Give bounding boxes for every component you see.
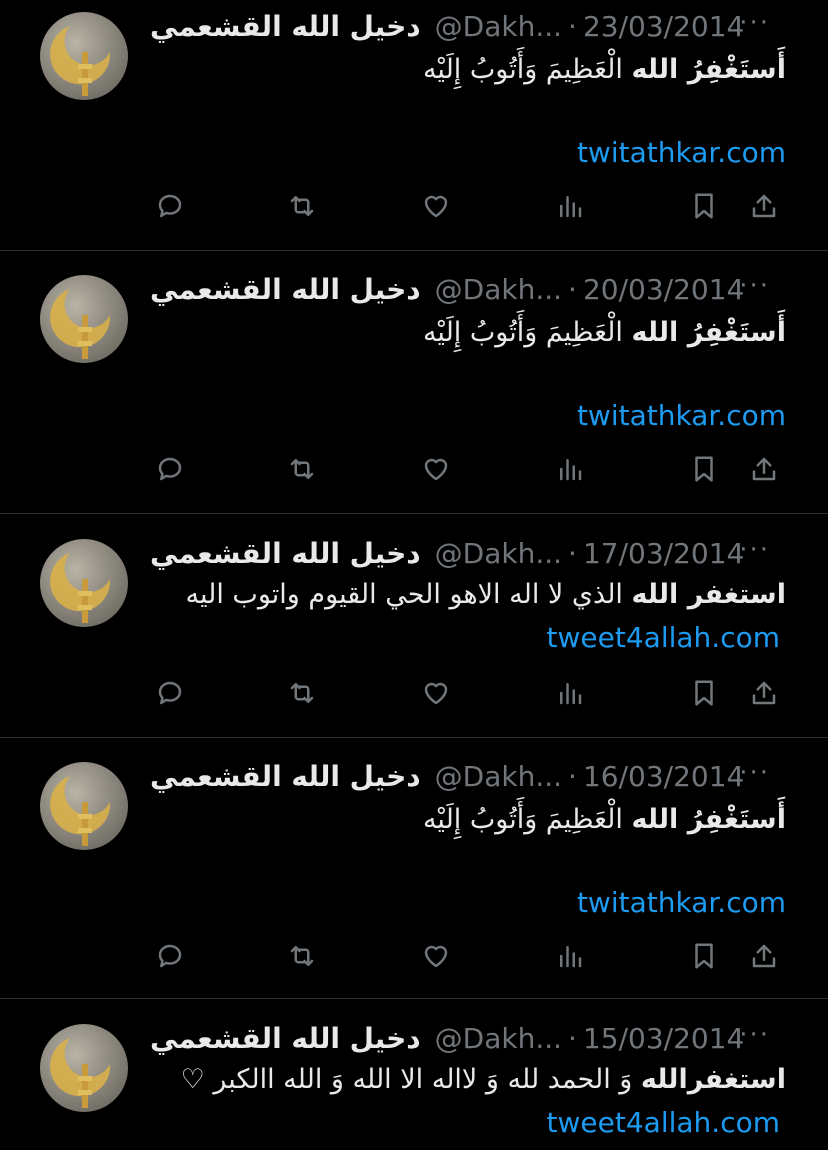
views-icon[interactable] xyxy=(550,449,590,489)
user-handle[interactable]: @Dakh... xyxy=(435,537,562,570)
divider xyxy=(0,737,828,738)
action-bar xyxy=(150,936,790,976)
heart-icon[interactable] xyxy=(416,449,456,489)
tweet-5[interactable]: دخيل الله القشعمي @Dakh... · 15/03/2014 … xyxy=(0,1012,828,1150)
tweet-date[interactable]: 17/03/2014 xyxy=(583,537,744,570)
display-name[interactable]: دخيل الله القشعمي xyxy=(150,10,421,43)
retweet-icon[interactable] xyxy=(282,186,322,226)
tweet-date[interactable]: 16/03/2014 xyxy=(583,760,744,793)
retweet-icon[interactable] xyxy=(282,936,322,976)
tweet-header: دخيل الله القشعمي @Dakh... · 20/03/2014 xyxy=(150,269,790,309)
reply-icon[interactable] xyxy=(150,186,190,226)
display-name[interactable]: دخيل الله القشعمي xyxy=(150,1022,421,1055)
tweet-text: استغفر الله الذي لا اله الاهو الحي القيو… xyxy=(185,579,786,610)
avatar[interactable] xyxy=(40,275,128,363)
divider xyxy=(0,998,828,999)
tweet-header: دخيل الله القشعمي @Dakh... · 16/03/2014 xyxy=(150,756,790,796)
tweet-link[interactable]: twitathkar.com xyxy=(577,886,786,919)
more-options-icon[interactable]: ··· xyxy=(739,758,770,788)
retweet-icon[interactable] xyxy=(282,449,322,489)
views-icon[interactable] xyxy=(550,936,590,976)
crescent-logo-icon xyxy=(50,776,111,846)
tweet-text-bold: أَستَغْفِرُ الله xyxy=(631,54,787,85)
avatar[interactable] xyxy=(40,12,128,100)
share-icon[interactable] xyxy=(744,673,784,713)
tweet-text-bold: أَستَغْفِرُ الله xyxy=(631,317,787,348)
tweet-4[interactable]: دخيل الله القشعمي @Dakh... · 16/03/2014 … xyxy=(0,750,828,1000)
action-bar xyxy=(150,186,790,226)
heart-icon[interactable] xyxy=(416,936,456,976)
separator-dot: · xyxy=(568,759,577,793)
avatar[interactable] xyxy=(40,539,128,627)
tweet-text-rest: الذي لا اله الاهو الحي القيوم واتوب اليه xyxy=(185,579,632,610)
tweet-link[interactable]: tweet4allah.com xyxy=(547,1106,780,1139)
tweet-2[interactable]: دخيل الله القشعمي @Dakh... · 20/03/2014 … xyxy=(0,263,828,513)
separator-dot: · xyxy=(568,536,577,570)
reply-icon[interactable] xyxy=(150,673,190,713)
tweet-link[interactable]: tweet4allah.com xyxy=(547,621,780,654)
tweet-text-rest: الْعَظِيمَ وَأَتُوبُ إِلَيْه xyxy=(422,317,632,348)
reply-icon[interactable] xyxy=(150,449,190,489)
avatar[interactable] xyxy=(40,762,128,850)
display-name[interactable]: دخيل الله القشعمي xyxy=(150,537,421,570)
tweet-date[interactable]: 23/03/2014 xyxy=(583,10,744,43)
action-bar xyxy=(150,673,790,713)
crescent-logo-icon xyxy=(50,289,111,359)
tweet-header: دخيل الله القشعمي @Dakh... · 17/03/2014 xyxy=(150,533,790,573)
tweet-link[interactable]: twitathkar.com xyxy=(577,136,786,169)
tweet-1[interactable]: دخيل الله القشعمي @Dakh... · 23/03/2014 … xyxy=(0,0,828,250)
user-handle[interactable]: @Dakh... xyxy=(435,273,562,306)
tweet-text-bold: أَستَغْفِرُ الله xyxy=(631,804,787,835)
user-handle[interactable]: @Dakh... xyxy=(435,1022,562,1055)
more-options-icon[interactable]: ··· xyxy=(739,535,770,565)
reply-icon[interactable] xyxy=(150,936,190,976)
tweet-date[interactable]: 20/03/2014 xyxy=(583,273,744,306)
bookmark-icon[interactable] xyxy=(684,673,724,713)
more-options-icon[interactable]: ··· xyxy=(739,1020,770,1050)
display-name[interactable]: دخيل الله القشعمي xyxy=(150,760,421,793)
bookmark-icon[interactable] xyxy=(684,936,724,976)
crescent-logo-icon xyxy=(50,26,111,96)
tweet-text-bold: استغفر الله xyxy=(631,579,787,610)
heart-icon[interactable] xyxy=(416,673,456,713)
tweet-3[interactable]: دخيل الله القشعمي @Dakh... · 17/03/2014 … xyxy=(0,527,828,737)
tweet-text-rest: الْعَظِيمَ وَأَتُوبُ إِلَيْه xyxy=(422,54,632,85)
more-options-icon[interactable]: ··· xyxy=(739,8,770,38)
bookmark-icon[interactable] xyxy=(684,186,724,226)
tweet-text: أَستَغْفِرُ الله الْعَظِيمَ وَأَتُوبُ إِ… xyxy=(423,804,786,835)
tweet-text: أَستَغْفِرُ الله الْعَظِيمَ وَأَتُوبُ إِ… xyxy=(423,54,786,85)
share-icon[interactable] xyxy=(744,186,784,226)
crescent-logo-icon xyxy=(50,1038,111,1108)
tweet-text: أَستَغْفِرُ الله الْعَظِيمَ وَأَتُوبُ إِ… xyxy=(423,317,786,348)
tweet-header: دخيل الله القشعمي @Dakh... · 23/03/2014 xyxy=(150,6,790,46)
tweet-text-bold: استغفرالله xyxy=(640,1064,786,1095)
share-icon[interactable] xyxy=(744,936,784,976)
views-icon[interactable] xyxy=(550,186,590,226)
user-handle[interactable]: @Dakh... xyxy=(435,760,562,793)
tweet-text: استغفرالله وَ الحمد لله وَ لااله الا الل… xyxy=(181,1064,786,1095)
bookmark-icon[interactable] xyxy=(684,449,724,489)
retweet-icon[interactable] xyxy=(282,673,322,713)
more-options-icon[interactable]: ··· xyxy=(739,271,770,301)
separator-dot: · xyxy=(568,1021,577,1055)
tweet-text-rest: وَ الحمد لله وَ لااله الا الله وَ الله ا… xyxy=(180,1064,641,1095)
avatar[interactable] xyxy=(40,1024,128,1112)
divider xyxy=(0,250,828,251)
user-handle[interactable]: @Dakh... xyxy=(435,10,562,43)
separator-dot: · xyxy=(568,272,577,306)
display-name[interactable]: دخيل الله القشعمي xyxy=(150,273,421,306)
views-icon[interactable] xyxy=(550,673,590,713)
crescent-logo-icon xyxy=(50,553,111,623)
tweet-text-rest: الْعَظِيمَ وَأَتُوبُ إِلَيْه xyxy=(422,804,632,835)
divider xyxy=(0,513,828,514)
tweet-date[interactable]: 15/03/2014 xyxy=(583,1022,744,1055)
share-icon[interactable] xyxy=(744,449,784,489)
action-bar xyxy=(150,449,790,489)
tweet-link[interactable]: twitathkar.com xyxy=(577,399,786,432)
separator-dot: · xyxy=(568,9,577,43)
tweet-header: دخيل الله القشعمي @Dakh... · 15/03/2014 xyxy=(150,1018,790,1058)
heart-icon[interactable] xyxy=(416,186,456,226)
